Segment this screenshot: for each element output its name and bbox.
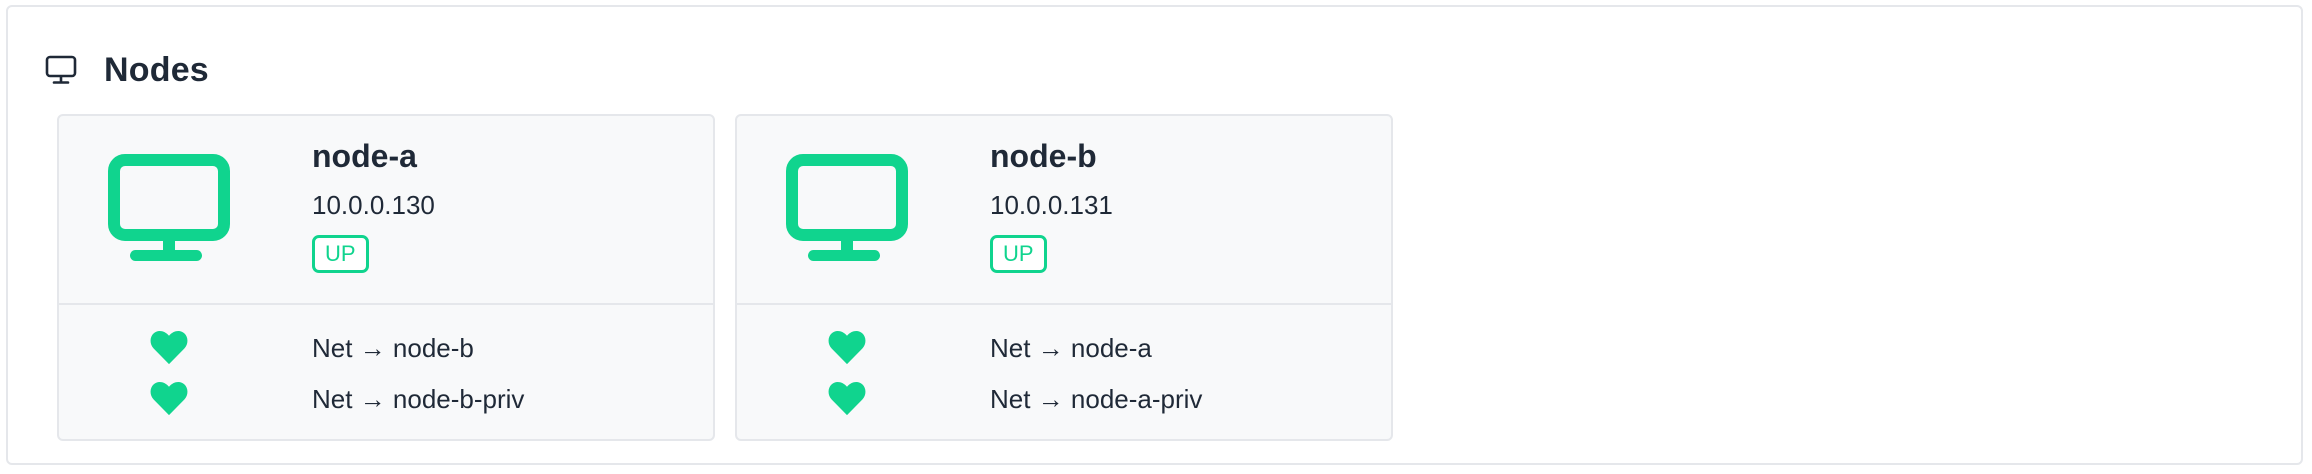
- link-label: Net → node-b: [312, 333, 474, 363]
- node-card-header: node-b 10.0.0.131 UP: [737, 116, 1391, 304]
- heart-icon: [150, 382, 188, 416]
- link-row: Net → node-b: [59, 328, 713, 368]
- panel-header: Nodes: [44, 45, 209, 95]
- node-name: node-a: [312, 138, 417, 174]
- link-label: Net → node-b-priv: [312, 384, 525, 414]
- monitor-icon: [786, 154, 908, 261]
- card-divider: [59, 303, 713, 305]
- node-ip: 10.0.0.131: [990, 190, 1113, 220]
- heart-icon: [828, 382, 866, 416]
- node-ip: 10.0.0.130: [312, 190, 435, 220]
- link-row: Net → node-a: [737, 328, 1391, 368]
- link-row: Net → node-a-priv: [737, 379, 1391, 419]
- card-divider: [737, 303, 1391, 305]
- heart-icon: [150, 331, 188, 365]
- nodes-panel: Nodes node-a 10.0.0.130 UP Net → node-b …: [6, 5, 2303, 465]
- node-card-header: node-a 10.0.0.130 UP: [59, 116, 713, 304]
- link-row: Net → node-b-priv: [59, 379, 713, 419]
- heart-icon: [828, 331, 866, 365]
- monitor-icon: [45, 55, 77, 84]
- status-badge: UP: [312, 235, 369, 273]
- link-label: Net → node-a: [990, 333, 1152, 363]
- node-name: node-b: [990, 138, 1097, 174]
- node-card[interactable]: node-b 10.0.0.131 UP Net → node-a Net → …: [735, 114, 1393, 441]
- node-card[interactable]: node-a 10.0.0.130 UP Net → node-b Net → …: [57, 114, 715, 441]
- monitor-icon: [108, 154, 230, 261]
- panel-title: Nodes: [104, 50, 209, 89]
- link-label: Net → node-a-priv: [990, 384, 1203, 414]
- status-badge: UP: [990, 235, 1047, 273]
